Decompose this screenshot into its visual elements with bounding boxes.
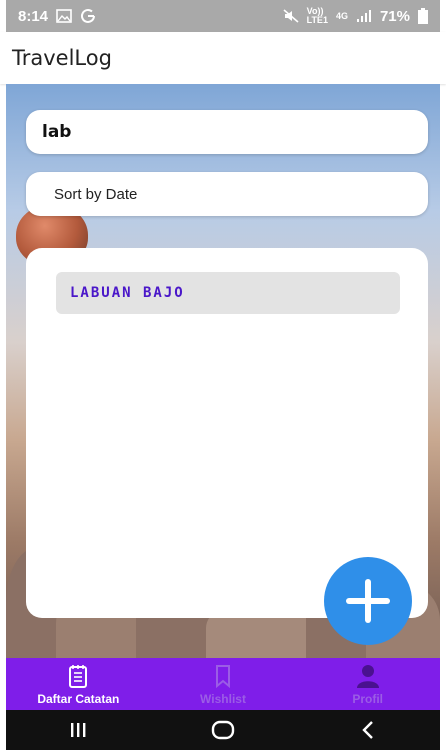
carrier-indicator: Vo)) LTE1	[307, 7, 328, 25]
sort-dropdown[interactable]: Sort by Date	[26, 172, 428, 216]
signal-icon	[356, 10, 371, 22]
nav-item-profil[interactable]: Profil	[295, 658, 440, 710]
app-title: TravelLog	[12, 46, 112, 70]
battery-level: 71%	[379, 7, 410, 25]
status-bar: 8:14 Vo)) LTE1 4G 71%	[6, 0, 440, 32]
back-icon	[361, 721, 373, 739]
recents-icon	[71, 723, 86, 737]
sort-label: Sort by Date	[54, 185, 138, 203]
system-nav-bar	[6, 710, 440, 750]
recents-button[interactable]	[58, 714, 98, 746]
home-button[interactable]	[203, 714, 243, 746]
list-item-title: LABUAN BAJO	[70, 285, 185, 301]
main-content: Sort by Date LABUAN BAJO	[6, 84, 440, 658]
nav-label-wishlist: Wishlist	[200, 691, 246, 706]
status-left: 8:14	[18, 8, 96, 25]
status-time: 8:14	[18, 7, 49, 25]
nav-item-daftar-catatan[interactable]: Daftar Catatan	[6, 658, 151, 710]
plus-icon	[346, 579, 390, 623]
mute-icon	[283, 9, 299, 23]
back-button[interactable]	[348, 714, 388, 746]
list-item[interactable]: LABUAN BAJO	[56, 272, 400, 314]
carrier-bottom: LTE1	[306, 15, 328, 25]
home-icon	[211, 720, 235, 740]
google-icon	[81, 8, 96, 23]
bookmark-icon	[216, 664, 230, 688]
nav-label-daftar-catatan: Daftar Catatan	[37, 691, 120, 706]
add-note-button[interactable]	[324, 557, 412, 645]
notes-icon	[69, 664, 88, 688]
gallery-icon	[56, 9, 72, 23]
nav-item-wishlist[interactable]: Wishlist	[151, 658, 296, 710]
network-type: 4G	[335, 10, 348, 21]
nav-label-profil: Profil	[352, 691, 384, 706]
battery-icon	[418, 8, 428, 24]
search-input[interactable]	[26, 110, 428, 154]
bottom-nav: Daftar Catatan Wishlist Profil	[6, 658, 440, 710]
person-icon	[356, 664, 379, 688]
app-bar: TravelLog	[0, 32, 446, 84]
status-right: Vo)) LTE1 4G 71%	[283, 7, 428, 25]
